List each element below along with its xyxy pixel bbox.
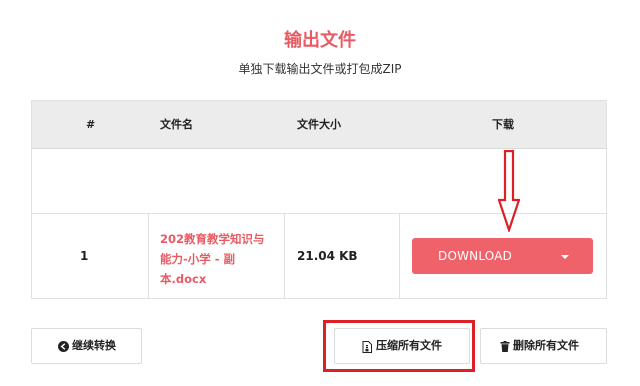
file-name-line: 202教育教学知识与 — [160, 232, 265, 246]
red-highlight-annotation — [323, 320, 475, 372]
file-name-line: 能力-小学 - 副 — [160, 252, 236, 266]
download-button-label: DOWNLOAD — [438, 249, 513, 263]
red-down-arrow-annotation — [498, 150, 520, 232]
col-header-download: 下载 — [492, 118, 514, 131]
page-subtitle: 单独下载输出文件或打包成ZIP — [238, 62, 402, 76]
file-name-link[interactable]: 202教育教学知识与 能力-小学 - 副 本.docx — [160, 229, 275, 289]
files-table: # 文件名 文件大小 下载 1 202教育教学知识与 能力-小学 - 副 本.d… — [31, 100, 607, 299]
col-header-filesize: 文件大小 — [297, 118, 341, 131]
table-header: # 文件名 文件大小 下载 — [32, 101, 606, 149]
trash-icon — [500, 341, 510, 352]
caret-down-icon[interactable] — [561, 255, 569, 259]
file-size: 21.04 KB — [297, 249, 358, 263]
file-name-line: 本.docx — [160, 272, 207, 286]
page-title: 输出文件 — [284, 30, 356, 51]
col-header-filename: 文件名 — [160, 118, 193, 131]
col-header-index: # — [86, 118, 96, 131]
delete-all-label: 删除所有文件 — [513, 339, 579, 352]
delete-all-button[interactable]: 删除所有文件 — [480, 328, 607, 364]
output-files-page: 输出文件 单独下载输出文件或打包成ZIP # 文件名 文件大小 下载 1 202… — [0, 0, 640, 386]
download-button[interactable]: DOWNLOAD — [412, 238, 593, 274]
row-index: 1 — [80, 249, 89, 263]
continue-convert-button[interactable]: 继续转换 — [31, 328, 142, 364]
circle-arrow-left-icon — [58, 341, 69, 352]
continue-convert-label: 继续转换 — [72, 339, 116, 352]
